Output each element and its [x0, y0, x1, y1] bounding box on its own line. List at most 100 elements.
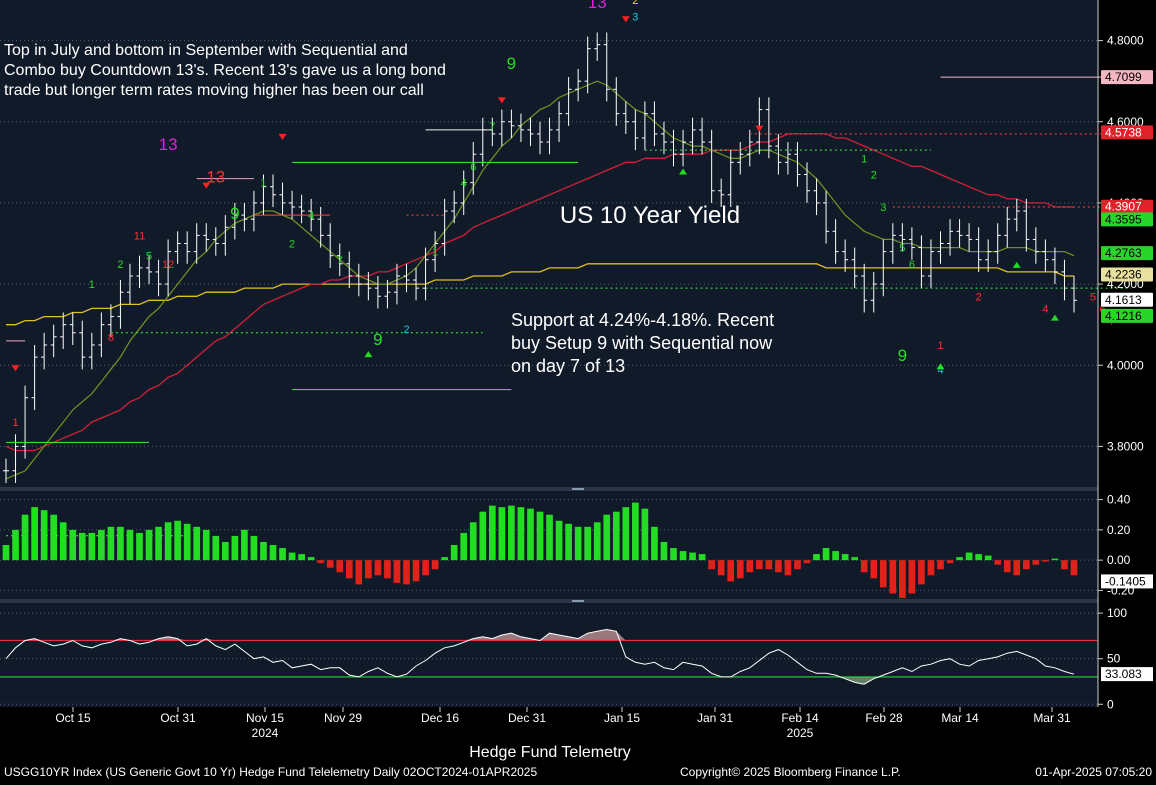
- annotation-top-line-2: Combo buy Countdown 13's. Recent 13's ga…: [4, 62, 446, 79]
- demark-count-label: 9: [898, 346, 907, 365]
- momentum-bar: [2, 545, 10, 561]
- momentum-bar: [31, 507, 38, 561]
- annotation-support-line-2: buy Setup 9 with Sequential now: [511, 333, 773, 353]
- momentum-bar: [164, 522, 172, 561]
- annotation-support-line-1: Support at 4.24%-4.18%. Recent: [511, 310, 774, 330]
- momentum-bar: [841, 554, 849, 561]
- momentum-bar: [317, 560, 325, 564]
- momentum-bar: [927, 560, 935, 576]
- momentum-bar: [250, 535, 258, 561]
- price-tag: 4.7099: [1101, 70, 1153, 85]
- price-tag-label: 4.3595: [1105, 212, 1142, 226]
- momentum-bar: [355, 560, 363, 585]
- demark-count-label: 2: [403, 324, 409, 336]
- momentum-bar: [984, 555, 992, 561]
- demark-count-label: 1: [89, 279, 95, 291]
- momentum-bar: [965, 552, 973, 561]
- momentum-bar: [384, 560, 391, 579]
- panel-separator: [0, 599, 1098, 603]
- demark-count-label: 4: [308, 210, 314, 222]
- momentum-bar: [1051, 558, 1059, 561]
- momentum-bar: [860, 560, 868, 573]
- momentum-bar: [641, 508, 649, 561]
- demark-count-label: 5: [146, 251, 152, 263]
- oscillator-y-tick-label: 100: [1107, 606, 1127, 620]
- momentum-bar: [365, 560, 372, 579]
- price-tag-label: 4.7099: [1105, 70, 1142, 84]
- momentum-bar: [260, 541, 267, 561]
- x-tick-label: Dec 31: [508, 711, 546, 725]
- momentum-bar: [755, 560, 763, 570]
- momentum-bar: [508, 505, 515, 561]
- momentum-bar: [717, 560, 725, 576]
- x-tick-label: Mar 14: [941, 711, 979, 725]
- momentum-bar: [775, 560, 782, 573]
- x-tick-label: Feb 28: [865, 711, 903, 725]
- demark-count-label: 7: [337, 255, 343, 267]
- momentum-bar: [231, 535, 239, 561]
- momentum-bar: [870, 560, 878, 579]
- price-tag-label: 4.5738: [1105, 125, 1142, 139]
- demark-count-label: 1: [260, 178, 266, 190]
- momentum-bar: [59, 522, 67, 561]
- price-tag-label: 4.1216: [1105, 309, 1142, 323]
- oscillator-y-tick-label: 50: [1107, 652, 1121, 666]
- momentum-bar: [908, 560, 916, 594]
- demark-count-label: 8: [108, 332, 114, 344]
- momentum-bar: [288, 552, 296, 561]
- demark-count-label: 2: [871, 170, 877, 182]
- momentum-bar: [1070, 560, 1078, 576]
- momentum-bar: [736, 560, 744, 579]
- price-tag: 4.1216: [1101, 308, 1153, 323]
- momentum-bar: [469, 522, 477, 561]
- main-y-tick-label: 3.8000: [1107, 439, 1144, 453]
- momentum-bar: [727, 560, 735, 582]
- momentum-bar: [803, 560, 811, 564]
- momentum-bar: [946, 560, 954, 564]
- momentum-bar: [670, 548, 677, 561]
- price-tag-label: 4.1613: [1105, 293, 1142, 307]
- demark-count-label: 2: [976, 291, 982, 303]
- x-tick-label: Feb 14: [781, 711, 819, 725]
- momentum-bar: [1003, 560, 1011, 573]
- momentum-bar: [279, 548, 286, 561]
- demark-count-label: 3: [880, 202, 886, 214]
- momentum-bar: [1042, 560, 1049, 562]
- demark-count-label: 7: [489, 121, 495, 133]
- main-y-tick-label: 4.0000: [1107, 358, 1144, 372]
- footer-left: USGG10YR Index (US Generic Govt 10 Yr) H…: [4, 765, 537, 779]
- momentum-bar: [117, 526, 124, 561]
- momentum-bar: [689, 552, 696, 561]
- momentum-bar: [784, 560, 792, 576]
- x-tick-label: Oct 31: [160, 711, 196, 725]
- momentum-bar: [546, 514, 553, 561]
- momentum-bar: [698, 554, 706, 561]
- demark-count-label: 6: [470, 161, 476, 173]
- momentum-bar: [40, 510, 48, 561]
- momentum-bar: [412, 560, 420, 582]
- momentum-bar: [21, 514, 29, 561]
- momentum-bar: [107, 526, 115, 561]
- demark-count-label: 1: [861, 153, 867, 165]
- demark-count-label: 13: [159, 135, 178, 154]
- momentum-bar: [374, 560, 382, 576]
- momentum-bar: [899, 560, 906, 598]
- momentum-bar: [298, 554, 305, 561]
- x-tick-label: Nov 15: [246, 711, 284, 725]
- momentum-bar: [832, 551, 839, 561]
- momentum-bar: [307, 557, 315, 561]
- x-axis-title: Hedge Fund Telemetry: [469, 744, 631, 761]
- price-tag: 4.2763: [1101, 246, 1153, 261]
- momentum-bar: [403, 560, 410, 585]
- momentum-bar: [345, 560, 353, 579]
- momentum-bar: [69, 529, 77, 561]
- main-y-tick-label: 4.8000: [1107, 34, 1144, 48]
- annotation-support-line-3: on day 7 of 13: [511, 356, 625, 376]
- momentum-bar: [708, 560, 715, 570]
- momentum-bar: [431, 560, 439, 570]
- x-year-label: 2025: [787, 726, 814, 740]
- momentum-bar: [155, 526, 162, 561]
- momentum-bar: [488, 505, 496, 561]
- momentum-bar: [660, 541, 668, 561]
- chart-root: 13 13 9 13 9 9 9 1 8 11 12 1 2 5 1 2 4 7 2 1 4 6 7 2 3 1 2 3 5 6 2 4 1 4 5…: [0, 0, 1156, 780]
